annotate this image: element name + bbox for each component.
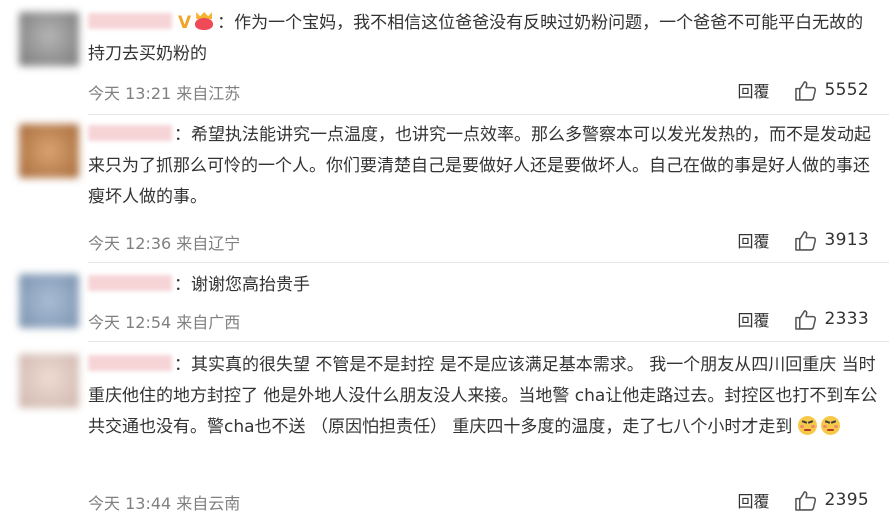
sad-emoji-icon [797,416,817,435]
like-count: 5552 [824,80,869,100]
divider [88,341,889,342]
thumbs-up-icon[interactable] [794,309,817,330]
username[interactable] [88,275,172,291]
comment-body: ：谢谢您高抬贵手 [88,270,878,301]
like-count: 3913 [824,230,869,250]
thumbs-up-icon[interactable] [794,490,817,511]
divider [88,114,889,115]
comment-meta: 今天 12:36 来自辽宁 [88,234,241,253]
thumbs-up-icon[interactable] [794,230,817,251]
avatar[interactable] [19,354,79,408]
comment-actions: 回覆 3913 [738,228,869,252]
crown-face-badge-icon [193,12,215,30]
username[interactable] [88,13,172,29]
sad-emoji-icon [820,416,840,435]
comment-actions: 回覆 2395 [738,488,869,512]
reply-button[interactable]: 回覆 [738,307,770,331]
comment-text: ：其实真的很失望 不管是不是封控 是不是应该满足基本需求。 我一个朋友从四川回重… [88,355,878,437]
comment-text: ：谢谢您高抬贵手 [174,275,310,295]
like-count: 2333 [824,309,869,329]
comment-meta: 今天 12:54 来自广西 [88,313,241,332]
comment-actions: 回覆 2333 [738,307,869,331]
verified-badge-icon: V [178,13,192,33]
divider [88,262,889,263]
comment-body: V ：作为一个宝妈，我不相信这位爸爸没有反映过奶粉问题，一个爸爸不可能平白无故的持… [88,8,878,70]
comment-body: ：其实真的很失望 不管是不是封控 是不是应该满足基本需求。 我一个朋友从四川回重… [88,350,878,443]
comment-text: ：希望执法能讲究一点温度，也讲究一点效率。那么多警察本可以发光发热的，而不是发动… [88,125,871,207]
avatar[interactable] [19,274,79,328]
username[interactable] [88,125,172,141]
reply-button[interactable]: 回覆 [738,78,770,102]
like-count: 2395 [824,490,869,510]
avatar[interactable] [19,12,79,66]
username[interactable] [88,355,172,371]
comment-meta: 今天 13:44 来自云南 [88,494,241,513]
reply-button[interactable]: 回覆 [738,488,770,512]
comment-actions: 回覆 5552 [738,78,869,102]
comment-meta: 今天 13:21 来自江苏 [88,84,241,103]
avatar[interactable] [19,124,79,178]
reply-button[interactable]: 回覆 [738,228,770,252]
comment-body: ：希望执法能讲究一点温度，也讲究一点效率。那么多警察本可以发光发热的，而不是发动… [88,120,878,213]
thumbs-up-icon[interactable] [794,80,817,101]
